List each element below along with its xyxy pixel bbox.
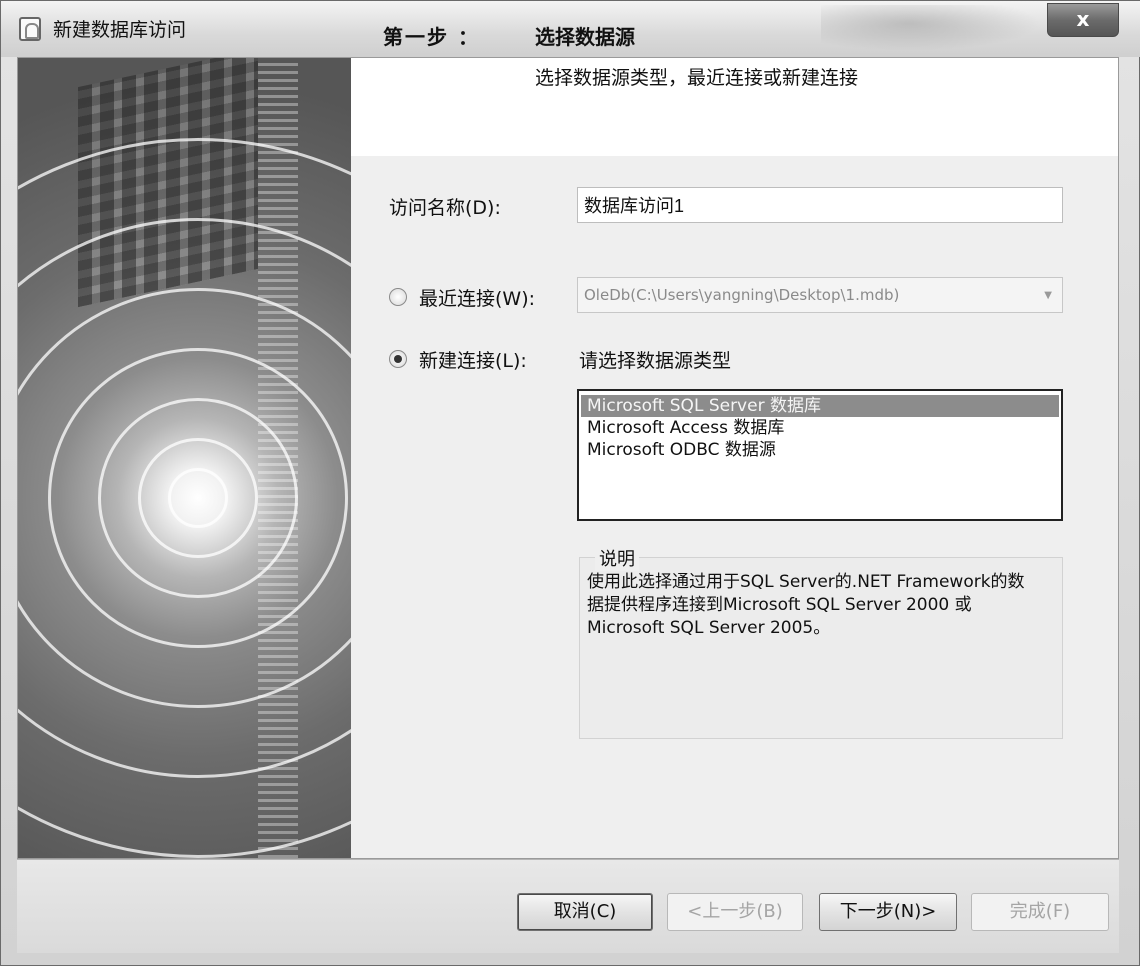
back-button[interactable]: <上一步(B) (667, 893, 803, 931)
step-label: 第一步 ： (383, 25, 480, 49)
list-item[interactable]: Microsoft ODBC 数据源 (581, 439, 1059, 461)
side-image-ring (18, 138, 351, 858)
step-title: 选择数据源 (535, 25, 635, 49)
recent-connection-label: 最近连接(W): (419, 288, 536, 310)
recent-connection-radio[interactable] (389, 288, 407, 306)
recent-connection-select[interactable]: OleDb(C:\Users\yangning\Desktop\1.mdb) ▼ (577, 277, 1063, 313)
new-connection-radio[interactable] (389, 350, 407, 368)
dropdown-arrow-icon: ▼ (1044, 290, 1052, 301)
access-name-input[interactable] (577, 187, 1063, 223)
recent-connection-value: OleDb(C:\Users\yangning\Desktop\1.mdb) (584, 286, 900, 304)
list-item[interactable]: Microsoft SQL Server 数据库 (581, 395, 1059, 417)
close-icon: x (1076, 7, 1090, 31)
description-text: 使用此选择通过用于SQL Server的.NET Framework的数据提供程… (587, 572, 1025, 638)
titlebar-decoration (821, 5, 1041, 51)
app-icon (19, 17, 41, 41)
wizard-side-image (18, 58, 351, 858)
description-title: 说明 (595, 545, 639, 571)
close-button[interactable]: x (1047, 3, 1119, 37)
step-subtitle: 选择数据源类型，最近连接或新建连接 (535, 67, 859, 89)
next-button[interactable]: 下一步(N)> (819, 893, 957, 931)
window-title: 新建数据库访问 (53, 19, 187, 41)
dialog-window: 新建数据库访问 x 第一步 ： 选择数据源 选择数据源类型，最近连接或新建连接 … (0, 0, 1140, 966)
access-name-label: 访问名称(D): (389, 197, 501, 219)
new-connection-label: 新建连接(L): (419, 350, 527, 372)
datasource-prompt: 请选择数据源类型 (579, 350, 732, 372)
list-item[interactable]: Microsoft Access 数据库 (581, 417, 1059, 439)
cancel-button[interactable]: 取消(C) (517, 893, 653, 931)
datasource-list[interactable]: Microsoft SQL Server 数据库 Microsoft Acces… (577, 389, 1063, 521)
finish-button[interactable]: 完成(F) (971, 893, 1109, 931)
